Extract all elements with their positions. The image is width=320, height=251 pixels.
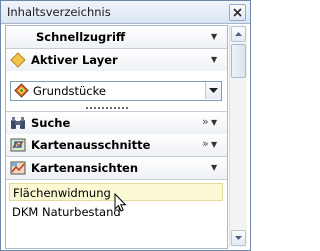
section-label: Kartenausschnitte <box>31 138 151 152</box>
mouse-pointer-icon <box>114 193 127 212</box>
list-item-label: Flächenwidmung <box>13 186 111 200</box>
dropdown-arrow-icon[interactable]: ▼ <box>211 118 217 127</box>
double-chevron-icon[interactable]: » <box>202 115 209 128</box>
map-extent-icon <box>10 138 26 152</box>
table-of-contents-window: Inhaltsverzeichnis Schnellzugriff ▼ Akti… <box>0 0 251 251</box>
chevron-down-icon <box>209 88 218 93</box>
section-label: Kartenansichten <box>31 161 139 175</box>
section-aktiver-layer[interactable]: Aktiver Layer ▼ <box>6 49 227 71</box>
resize-grip-icon[interactable] <box>86 106 146 109</box>
close-icon <box>233 8 242 17</box>
chevron-up-icon <box>235 32 242 36</box>
chevron-down-icon <box>235 236 242 240</box>
vertical-scrollbar[interactable] <box>229 25 247 247</box>
scroll-down-button[interactable] <box>231 230 246 246</box>
double-chevron-icon[interactable]: » <box>202 137 209 150</box>
layer-diamond-icon <box>14 83 29 98</box>
active-layer-combobox[interactable]: Grundstücke <box>10 81 222 101</box>
diamond-layer-icon <box>10 52 26 68</box>
dropdown-arrow-icon[interactable]: ▼ <box>211 163 217 172</box>
scrollbar-thumb[interactable] <box>231 44 246 78</box>
toc-content: Schnellzugriff ▼ Aktiver Layer ▼ Grundst… <box>5 25 228 249</box>
scroll-up-button[interactable] <box>231 26 246 42</box>
window-titlebar[interactable]: Inhaltsverzeichnis <box>1 1 250 24</box>
binoculars-icon <box>11 117 25 129</box>
section-kartenansichten[interactable]: Kartenansichten ▼ <box>6 157 227 180</box>
list-item-label: DKM Naturbestand <box>12 205 121 219</box>
combobox-value: Grundstücke <box>33 84 106 98</box>
section-label: Suche <box>31 116 71 130</box>
window-title: Inhaltsverzeichnis <box>7 5 111 19</box>
combobox-dropdown-button[interactable] <box>205 82 221 99</box>
close-button[interactable] <box>229 4 246 21</box>
section-suche[interactable]: Suche » ▼ <box>6 111 227 135</box>
dropdown-arrow-icon[interactable]: ▼ <box>211 140 217 149</box>
section-label: Aktiver Layer <box>31 53 118 67</box>
map-view-icon <box>10 161 26 175</box>
section-kartenausschnitte[interactable]: Kartenausschnitte » ▼ <box>6 134 227 157</box>
section-label: Schnellzugriff <box>36 30 126 44</box>
dropdown-arrow-icon[interactable]: ▼ <box>211 32 217 41</box>
section-schnellzugriff[interactable]: Schnellzugriff ▼ <box>6 26 227 49</box>
dropdown-arrow-icon[interactable]: ▼ <box>211 55 217 64</box>
